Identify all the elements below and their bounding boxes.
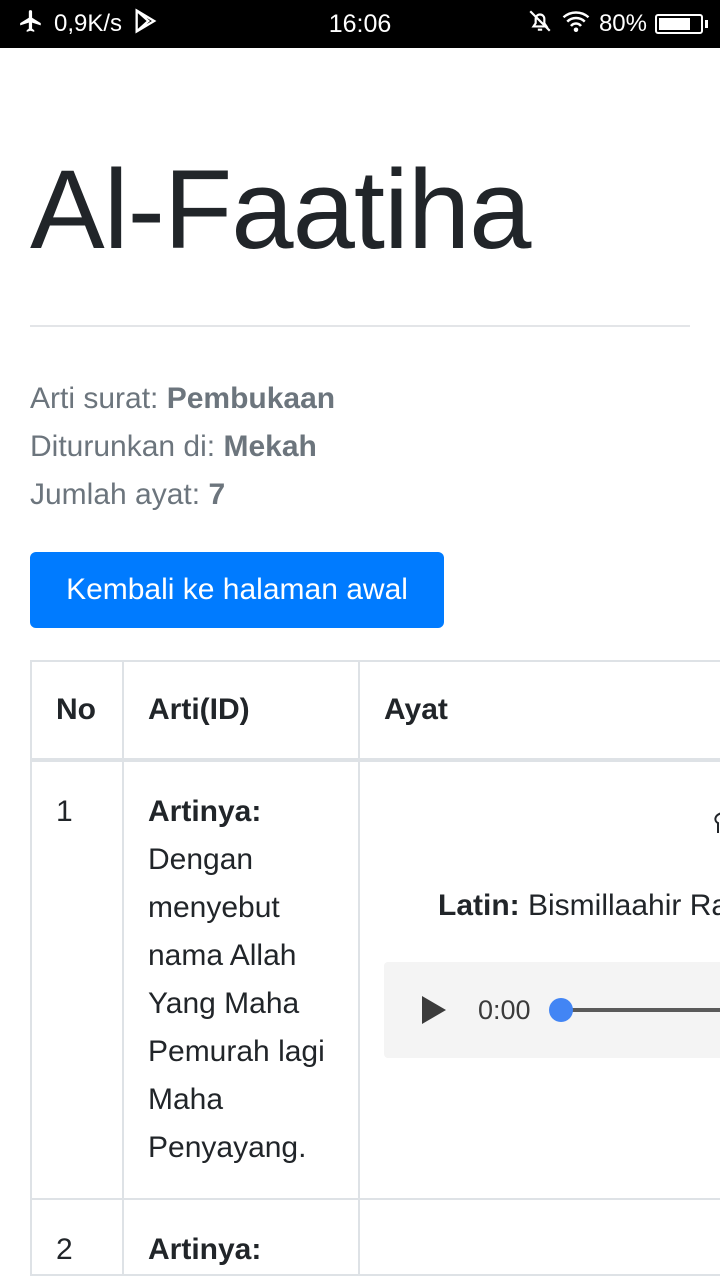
play-store-icon	[132, 7, 160, 42]
seek-thumb[interactable]	[548, 998, 573, 1022]
airplane-mode-icon	[18, 8, 44, 41]
page-title: Al-Faatiha	[30, 147, 531, 272]
meaning-label: Arti surat:	[30, 382, 159, 415]
battery-icon	[655, 14, 703, 34]
row-number: 1	[30, 759, 124, 1200]
header-arti: Arti(ID)	[122, 660, 360, 762]
header-ayat: Ayat	[358, 660, 720, 762]
divider	[30, 325, 690, 327]
notifications-off-icon	[527, 8, 553, 41]
translation-label: Artinya:	[148, 795, 262, 828]
audio-seek-bar[interactable]	[548, 998, 720, 1022]
latin-line: Latin: Bismillaahir Ra	[438, 882, 720, 930]
translation-label: Artinya:	[148, 1233, 262, 1266]
network-speed: 0,9K/s	[54, 10, 123, 37]
translation-cell: Artinya:	[122, 1198, 360, 1276]
audio-time: 0:00	[478, 995, 531, 1025]
latin-label: Latin:	[438, 889, 520, 922]
battery-tip	[705, 20, 708, 28]
battery-percent: 80%	[598, 10, 647, 37]
revealed-line: Diturunkan di: Mekah	[30, 423, 335, 471]
verse-cell	[358, 1198, 720, 1276]
table-row: 2 Artinya:	[30, 1198, 720, 1276]
verse-table: No Arti(ID) Ayat 1 Artinya: Dengan menye…	[30, 660, 720, 1276]
surah-info: Arti surat: Pembukaan Diturunkan di: Mek…	[30, 375, 335, 519]
meaning-value: Pembukaan	[166, 382, 336, 415]
verse-cell: Latin: Bismillaahir Ra 0:00	[358, 759, 720, 1200]
verses-value: 7	[208, 478, 226, 511]
latin-text: Bismillaahir Ra	[528, 889, 720, 922]
status-bar: 0,9K/s 16:06 80%	[0, 0, 720, 48]
revealed-label: Diturunkan di:	[30, 430, 216, 463]
wifi-icon	[561, 8, 591, 41]
audio-player[interactable]: 0:00	[384, 962, 720, 1058]
verses-line: Jumlah ayat: 7	[30, 471, 335, 519]
back-home-button[interactable]: Kembali ke halaman awal	[30, 552, 444, 628]
play-icon[interactable]	[422, 996, 446, 1024]
arabic-text-fragment	[712, 802, 720, 850]
translation-cell: Artinya: Dengan menyebut nama Allah Yang…	[122, 759, 360, 1200]
meaning-line: Arti surat: Pembukaan	[30, 375, 335, 423]
translation-text: Dengan menyebut nama Allah Yang Maha Pem…	[148, 843, 325, 1164]
table-header-row: No Arti(ID) Ayat	[30, 660, 720, 762]
verses-label: Jumlah ayat:	[30, 478, 201, 511]
verse-table-container[interactable]: No Arti(ID) Ayat 1 Artinya: Dengan menye…	[30, 660, 720, 1280]
header-no: No	[30, 660, 124, 762]
table-row: 1 Artinya: Dengan menyebut nama Allah Ya…	[30, 759, 720, 1200]
row-number: 2	[30, 1198, 124, 1276]
revealed-value: Mekah	[223, 430, 317, 463]
